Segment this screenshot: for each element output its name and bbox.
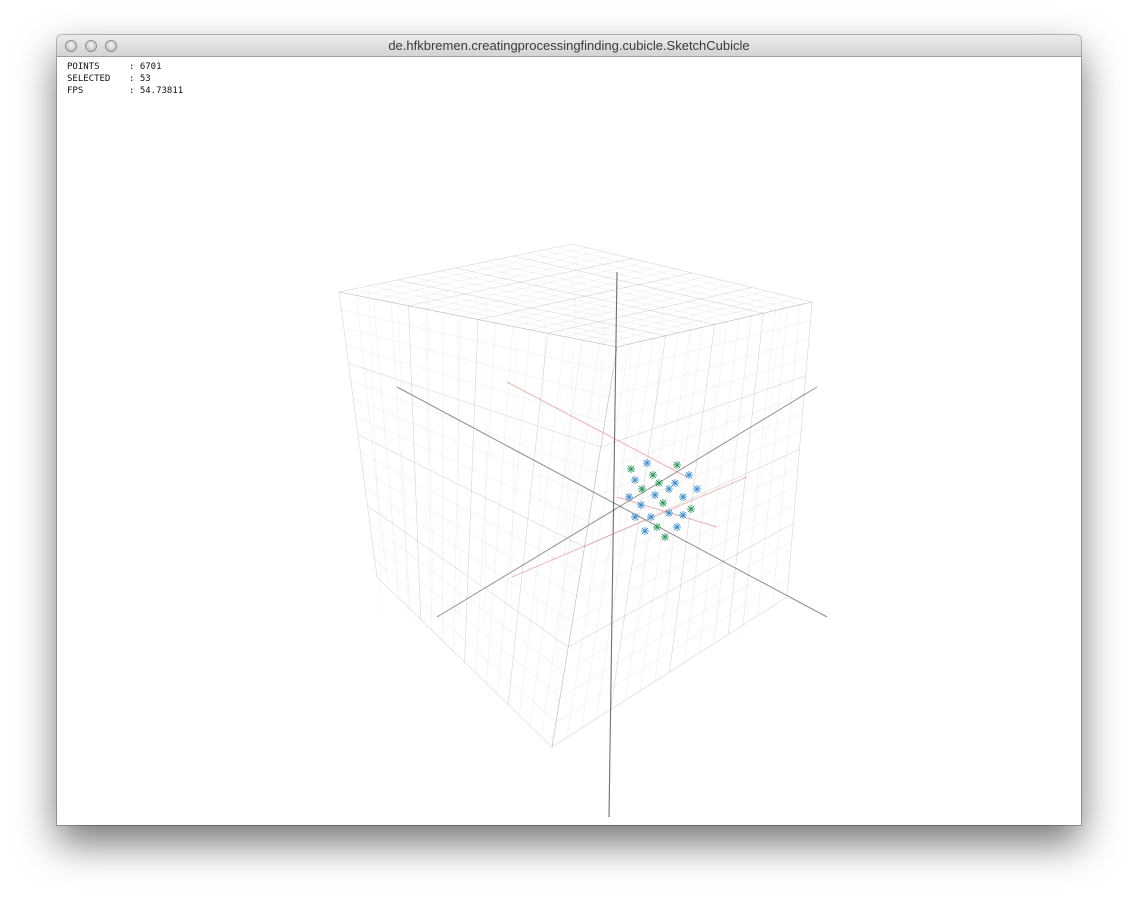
top-face-line <box>599 298 798 344</box>
right-face-line <box>555 578 789 723</box>
point-marker <box>627 465 635 473</box>
interior-line <box>613 298 635 630</box>
top-face-line <box>616 301 813 348</box>
title-bar[interactable]: de.hfkbremen.creatingprocessingfinding.c… <box>57 35 1081 57</box>
right-face-line <box>551 596 788 748</box>
left-face-line <box>497 329 531 694</box>
left-face-line <box>364 487 573 623</box>
top-face-line <box>557 246 800 306</box>
point-marker <box>671 479 679 487</box>
sketch-canvas[interactable]: POINTS: 6701 SELECTED: 53 FPS: 54.73811 <box>57 57 1081 825</box>
cube-grid <box>338 243 828 818</box>
point-marker <box>659 499 667 507</box>
point-marker <box>661 533 669 541</box>
left-face-line <box>507 333 548 705</box>
selected-points <box>625 459 701 541</box>
point-marker <box>643 459 651 467</box>
point-marker <box>673 523 681 531</box>
interior-line <box>397 293 409 620</box>
interior-line <box>741 301 783 636</box>
right-face-line <box>568 522 794 648</box>
left-face-line <box>357 434 585 548</box>
point-marker <box>631 476 639 484</box>
interior-line <box>368 292 383 619</box>
right-face-line <box>786 301 813 598</box>
interior-line <box>565 276 587 402</box>
left-face-line <box>374 558 557 723</box>
top-face-line <box>528 252 776 311</box>
stat-points: POINTS: 6701 <box>67 62 162 72</box>
left-face-line <box>367 505 569 648</box>
stat-selected: SELECTED: 53 <box>67 74 151 84</box>
point-marker <box>679 511 687 519</box>
selected-label: SELECTED <box>67 74 111 84</box>
points-label: POINTS <box>67 62 100 72</box>
left-face-line <box>518 336 566 716</box>
point-marker <box>685 471 693 479</box>
points-value: 6701 <box>139 62 162 72</box>
point-marker <box>665 509 673 517</box>
point-marker <box>655 479 663 487</box>
cube-grid-visualization <box>338 243 828 818</box>
point-marker <box>679 493 687 501</box>
point-marker <box>637 501 645 509</box>
selected-value: 53 <box>139 74 151 84</box>
fps-label: FPS <box>67 86 84 96</box>
central-vertical-axis <box>608 271 618 818</box>
stat-fps: FPS: 54.73811 <box>67 86 184 96</box>
point-marker <box>693 485 701 493</box>
point-marker <box>641 527 649 535</box>
interior-line <box>560 301 598 527</box>
point-marker <box>625 493 633 501</box>
point-marker <box>665 485 673 493</box>
top-face-line <box>542 249 788 308</box>
point-marker <box>653 523 661 531</box>
top-face-line <box>513 255 764 314</box>
point-marker <box>687 505 695 513</box>
top-face-line <box>571 243 813 303</box>
interior-line <box>484 295 488 624</box>
point-marker <box>649 471 657 479</box>
left-face-line <box>372 541 561 698</box>
left-face-line <box>360 452 581 573</box>
point-marker <box>631 513 639 521</box>
interior-line <box>559 308 601 559</box>
interior-line <box>664 299 694 633</box>
right-face-line <box>757 307 788 616</box>
right-face-line <box>559 559 791 698</box>
top-face-line <box>484 261 739 320</box>
right-face-line <box>742 310 776 626</box>
left-face-line <box>475 322 496 673</box>
point-marker <box>638 485 646 493</box>
left-face-line <box>362 469 577 598</box>
point-marker <box>651 491 659 499</box>
interior-line <box>638 298 665 631</box>
point-marker <box>673 461 681 469</box>
top-face-line <box>499 258 752 317</box>
window-title: de.hfkbremen.creatingprocessingfinding.c… <box>388 38 750 53</box>
right-face-line <box>564 541 792 673</box>
red-axis-line <box>511 476 748 578</box>
red-axes <box>506 381 748 578</box>
point-marker <box>647 513 655 521</box>
fps-value: 54.73811 <box>139 86 184 96</box>
top-face-line <box>582 294 783 341</box>
top-face-line <box>469 264 727 322</box>
stats-overlay: POINTS: 6701 SELECTED: 53 FPS: 54.73811 <box>67 61 183 97</box>
top-face-line <box>547 287 753 334</box>
app-window: de.hfkbremen.creatingprocessingfinding.c… <box>57 35 1081 825</box>
right-face-line <box>683 321 727 663</box>
